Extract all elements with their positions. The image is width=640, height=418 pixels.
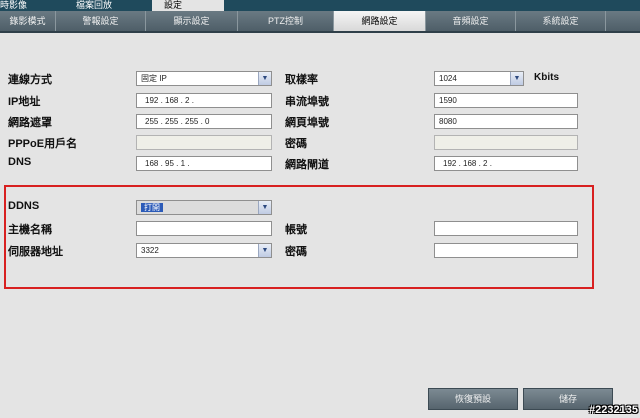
gateway-field[interactable]: 192 . 168 . 2 .: [434, 156, 578, 171]
tab-playback[interactable]: 檔案回放: [64, 0, 152, 11]
chevron-down-icon[interactable]: ▼: [258, 244, 271, 257]
hostname-label: 主機名稱: [8, 224, 52, 236]
bitrate-select[interactable]: 1024 ▼: [434, 71, 524, 86]
chevron-down-icon[interactable]: ▼: [510, 72, 523, 85]
server-address-label: 伺服器地址: [8, 246, 63, 258]
ddns-select[interactable]: 打開 ▼: [136, 200, 272, 215]
subtab-system[interactable]: 系統設定: [516, 11, 606, 31]
web-port-label: 網頁埠號: [285, 117, 329, 129]
pppoe-user-field[interactable]: [136, 135, 272, 150]
tab-live-view[interactable]: 時影像: [0, 0, 64, 11]
hostname-field[interactable]: [136, 221, 272, 236]
watermark-text: #2232135: [589, 404, 638, 416]
settings-sub-tab-bar: 錄影模式 警報設定 顯示設定 PTZ控制 網路設定 音頻設定 系統設定: [0, 11, 640, 33]
pppoe-password-field[interactable]: [434, 135, 578, 150]
bitrate-unit: Kbits: [534, 72, 559, 83]
connection-type-value: 固定 IP: [141, 74, 167, 83]
ddns-password-field[interactable]: [434, 243, 578, 258]
subnet-mask-field[interactable]: 255 . 255 . 255 . 0: [136, 114, 272, 129]
subtab-network[interactable]: 網路設定: [334, 11, 426, 31]
bitrate-value: 1024: [439, 74, 457, 83]
ip-address-field[interactable]: 192 . 168 . 2 .: [136, 93, 272, 108]
chevron-down-icon[interactable]: ▼: [258, 72, 271, 85]
tab-settings[interactable]: 設定: [152, 0, 224, 11]
pppoe-password-label: 密碼: [285, 138, 307, 150]
subtab-alarm[interactable]: 警報設定: [56, 11, 146, 31]
web-port-field[interactable]: 8080: [434, 114, 578, 129]
ip-label: IP地址: [8, 96, 41, 108]
connection-type-select[interactable]: 固定 IP ▼: [136, 71, 272, 86]
account-field[interactable]: [434, 221, 578, 236]
subtab-display[interactable]: 顯示設定: [146, 11, 238, 31]
main-tab-bar: 時影像 檔案回放 設定: [0, 0, 640, 11]
ddns-password-label: 密碼: [285, 246, 307, 258]
connection-type-label: 連線方式: [8, 74, 52, 86]
server-address-select[interactable]: 3322 ▼: [136, 243, 272, 258]
pppoe-user-label: PPPoE用戶名: [8, 138, 78, 150]
subtab-audio[interactable]: 音頻設定: [426, 11, 516, 31]
server-address-value: 3322: [141, 246, 159, 255]
subtab-ptz[interactable]: PTZ控制: [238, 11, 334, 31]
stream-port-label: 串流埠號: [285, 96, 329, 108]
dns-field[interactable]: 168 . 95 . 1 .: [136, 156, 272, 171]
stream-port-field[interactable]: 1590: [434, 93, 578, 108]
restore-defaults-button[interactable]: 恢復預設: [428, 388, 518, 410]
bitrate-label: 取樣率: [285, 74, 318, 86]
ddns-value: 打開: [141, 203, 163, 212]
chevron-down-icon[interactable]: ▼: [258, 201, 271, 214]
account-label: 帳號: [285, 224, 307, 236]
gateway-label: 網路閘道: [285, 159, 329, 171]
subtab-record-mode[interactable]: 錄影模式: [0, 11, 56, 31]
ddns-label: DDNS: [8, 200, 40, 212]
ddns-highlight-box: [4, 185, 594, 289]
subnet-label: 網路遮罩: [8, 117, 52, 129]
dns-label: DNS: [8, 156, 32, 168]
